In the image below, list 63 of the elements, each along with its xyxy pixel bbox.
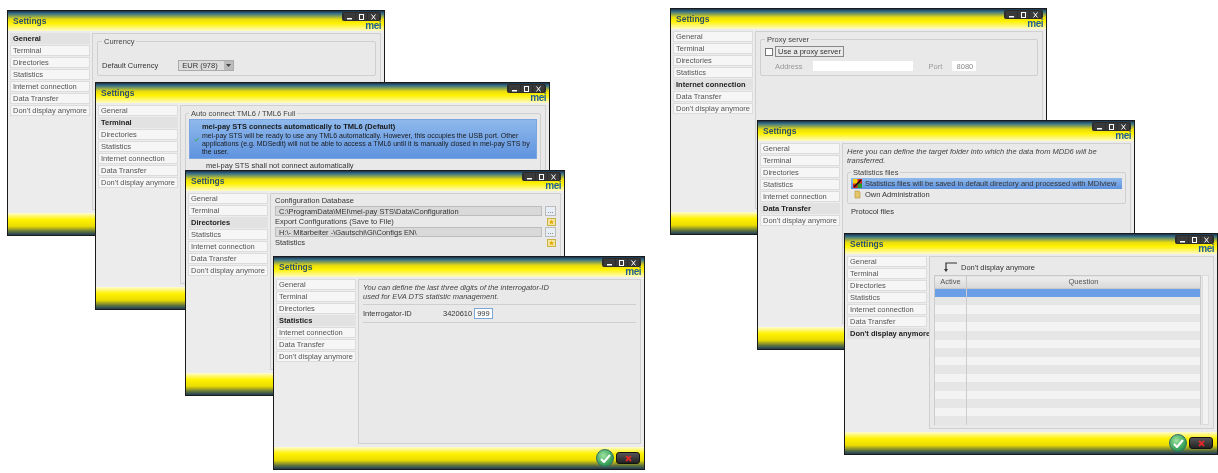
caret-icon	[225, 64, 231, 67]
maximize-button[interactable]	[1189, 236, 1200, 243]
logo: mei	[545, 181, 561, 191]
maximize-icon	[1191, 236, 1198, 243]
cancel-button[interactable]	[616, 452, 640, 464]
close-icon	[1032, 11, 1039, 18]
close-button[interactable]	[548, 173, 559, 180]
maximize-button[interactable]	[536, 173, 547, 180]
close-button[interactable]	[368, 13, 379, 20]
minimize-button[interactable]	[509, 85, 520, 92]
close-icon	[624, 454, 632, 462]
close-button[interactable]	[1201, 236, 1212, 243]
maximize-button[interactable]	[616, 259, 627, 266]
close-icon	[1203, 236, 1210, 243]
option-item[interactable]	[189, 119, 537, 159]
arrow-icon	[942, 262, 958, 272]
maximize-icon	[1020, 11, 1027, 18]
close-button[interactable]	[1118, 123, 1129, 130]
window-title: Settings	[763, 126, 797, 136]
minimize-button[interactable]	[604, 259, 615, 266]
window-title: Settings	[676, 14, 710, 24]
check-icon	[599, 453, 611, 463]
logo: mei	[530, 93, 546, 103]
close-button[interactable]	[1030, 11, 1041, 18]
maximize-button[interactable]	[1018, 11, 1029, 18]
maximize-icon	[358, 13, 365, 20]
minimize-button[interactable]	[524, 173, 535, 180]
logo: mei	[625, 267, 641, 277]
minimize-button[interactable]	[1094, 123, 1105, 130]
close-icon	[550, 173, 557, 180]
program-icon	[853, 179, 862, 188]
window-title: Settings	[101, 88, 135, 98]
close-button[interactable]	[628, 259, 639, 266]
check-icon	[1172, 438, 1184, 448]
window-title: Settings	[13, 16, 47, 26]
close-icon	[1120, 123, 1127, 130]
logo: mei	[1198, 244, 1214, 254]
logo: mei	[1115, 131, 1131, 141]
window-title: Settings	[191, 176, 225, 186]
logo: mei	[365, 21, 381, 31]
ok-button[interactable]	[596, 449, 614, 467]
maximize-icon	[618, 259, 625, 266]
close-icon	[370, 13, 377, 20]
ok-button[interactable]	[1169, 434, 1187, 452]
cancel-button[interactable]	[1189, 437, 1213, 449]
maximize-icon	[538, 173, 545, 180]
maximize-button[interactable]	[1106, 123, 1117, 130]
close-icon	[630, 259, 637, 266]
maximize-icon	[1108, 123, 1115, 130]
maximize-button[interactable]	[356, 13, 367, 20]
close-icon	[1197, 439, 1205, 447]
minimize-button[interactable]	[1006, 11, 1017, 18]
window-title: Settings	[850, 239, 884, 249]
close-icon	[535, 85, 542, 92]
maximize-button[interactable]	[521, 85, 532, 92]
scrollbar[interactable]	[1202, 275, 1209, 425]
maximize-icon	[523, 85, 530, 92]
window-title: Settings	[279, 262, 313, 272]
minimize-button[interactable]	[344, 13, 355, 20]
minimize-button[interactable]	[1177, 236, 1188, 243]
logo: mei	[1027, 19, 1043, 29]
close-button[interactable]	[533, 85, 544, 92]
checkbox[interactable]	[765, 47, 773, 56]
